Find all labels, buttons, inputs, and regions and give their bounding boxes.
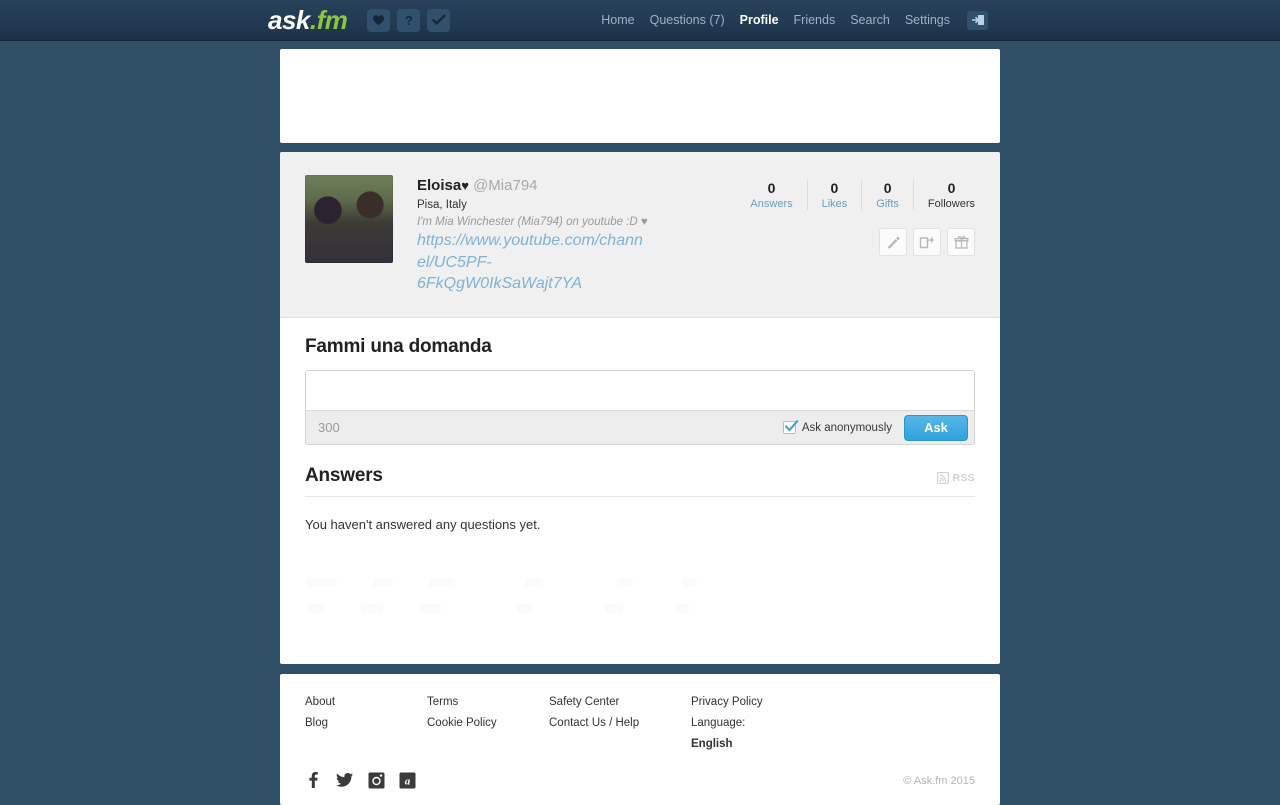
twitter-icon[interactable] [335, 771, 354, 789]
stat-followers-label: Followers [927, 198, 975, 211]
edit-pencil-icon[interactable] [879, 228, 907, 257]
language-selector[interactable]: Language: English [691, 717, 813, 750]
ask-box-footer: 300 Ask anonymously Ask [306, 410, 974, 445]
answers-section-title: Answers [305, 465, 383, 487]
profile-card: Eloisa♥ @Mia794 Pisa, Italy I'm Mia Winc… [280, 152, 1000, 665]
instagram-icon[interactable] [368, 772, 385, 789]
main-navigation: Home Questions (7) Profile Friends Searc… [601, 10, 988, 30]
page-footer: About Blog Terms Cookie Policy Safety Ce… [280, 674, 1000, 805]
footer-column-3: Safety Center Contact Us / Help [549, 696, 691, 759]
ask-question-box: 300 Ask anonymously Ask [305, 370, 975, 446]
footer-link-safety-center[interactable]: Safety Center [549, 696, 691, 708]
profile-handle: @Mia794 [473, 177, 538, 194]
rss-label: RSS [952, 472, 975, 485]
footer-link-privacy-policy[interactable]: Privacy Policy [691, 696, 813, 708]
profile-location: Pisa, Italy [417, 198, 467, 211]
nav-item-profile[interactable]: Profile [740, 13, 779, 27]
stat-answers-label: Answers [750, 198, 793, 211]
stat-likes-label: Likes [821, 198, 848, 211]
name-heart-icon: ♥ [461, 178, 469, 193]
footer-link-contact-us-help[interactable]: Contact Us / Help [549, 717, 691, 729]
logo-dot: . [309, 5, 317, 35]
profile-name: Eloisa [417, 177, 462, 194]
answers-empty-message: You haven't answered any questions yet. [305, 517, 541, 533]
profile-name-row: Eloisa♥ @Mia794 [417, 177, 649, 196]
rss-icon [936, 472, 949, 485]
footer-link-about[interactable]: About [305, 696, 427, 708]
header-icon-group: ? [367, 8, 451, 32]
ask-anonymously-checkbox[interactable] [782, 420, 799, 435]
gift-icon[interactable] [947, 228, 975, 257]
check-icon[interactable] [427, 8, 451, 32]
page-container: Eloisa♥ @Mia794 Pisa, Italy I'm Mia Winc… [280, 41, 1000, 805]
copyright-text: © Ask.fm 2015 [903, 775, 975, 788]
footer-column-1: About Blog [305, 696, 427, 759]
footer-link-terms[interactable]: Terms [427, 696, 549, 708]
stat-gifts-value: 0 [883, 180, 892, 196]
profile-bio: I'm Mia Winchester (Mia794) on youtube :… [417, 215, 648, 228]
stat-likes[interactable]: 0 Likes [808, 179, 863, 211]
footer-link-blog[interactable]: Blog [305, 717, 427, 729]
profile-card-body: Fammi una domanda 300 Ask anonymously As… [280, 318, 1000, 664]
footer-link-cookie-policy[interactable]: Cookie Policy [427, 717, 549, 729]
character-counter: 300 [318, 420, 340, 436]
profile-info: Eloisa♥ @Mia794 Pisa, Italy I'm Mia Winc… [417, 175, 649, 295]
placeholder-rows [305, 532, 975, 614]
profile-header: Eloisa♥ @Mia794 Pisa, Italy I'm Mia Winc… [280, 152, 1000, 319]
profile-stats: 0 Answers 0 Likes 0 Gifts 0 Followers [736, 179, 975, 211]
ask-input[interactable] [306, 371, 974, 411]
profile-stats-panel: 0 Answers 0 Likes 0 Gifts 0 Followers [736, 175, 975, 295]
rss-link[interactable]: RSS [936, 472, 976, 487]
stat-followers[interactable]: 0 Followers [914, 179, 975, 210]
avatar[interactable] [305, 175, 393, 263]
nav-item-settings[interactable]: Settings [905, 13, 950, 27]
ask-anonymously-label: Ask anonymously [801, 421, 892, 434]
logout-icon[interactable] [967, 10, 988, 30]
question-mark-icon[interactable]: ? [397, 8, 421, 32]
footer-column-4: Privacy Policy Language: English [691, 696, 813, 759]
footer-link-columns: About Blog Terms Cookie Policy Safety Ce… [305, 696, 975, 759]
ask-anonymously-control[interactable]: Ask anonymously [782, 420, 892, 435]
nav-item-search[interactable]: Search [850, 13, 890, 27]
advertisement-banner [280, 49, 1000, 143]
stat-answers[interactable]: 0 Answers [736, 179, 808, 211]
heart-icon[interactable] [367, 8, 391, 32]
logo-text-fm: fm [316, 5, 348, 35]
logo-text-ask: ask [268, 5, 310, 35]
ask-fm-logo[interactable]: ask.fm [268, 5, 348, 35]
top-navigation-bar: ask.fm ? Home Questions (7) Profile Frie… [0, 0, 1280, 41]
language-value: English [691, 738, 733, 751]
language-prefix: Language: [691, 717, 746, 730]
nav-item-questions[interactable]: Questions (7) [650, 13, 725, 27]
svg-text:a: a [405, 775, 411, 787]
social-links: a [305, 771, 975, 789]
profile-action-buttons [736, 228, 975, 257]
stat-answers-value: 0 [767, 180, 776, 196]
share-icon[interactable] [913, 228, 941, 257]
nav-item-home[interactable]: Home [601, 13, 634, 27]
ask-submit-button[interactable]: Ask [904, 414, 968, 441]
nav-item-friends[interactable]: Friends [794, 13, 836, 27]
stat-followers-value: 0 [947, 180, 956, 196]
askfm-icon[interactable]: a [399, 772, 416, 789]
ask-section-title: Fammi una domanda [305, 336, 492, 358]
stat-likes-value: 0 [830, 180, 839, 196]
stat-gifts[interactable]: 0 Gifts [862, 179, 914, 211]
profile-bio-link[interactable]: https://www.youtube.com/channel/UC5PF-6F… [417, 230, 649, 295]
footer-column-2: Terms Cookie Policy [427, 696, 549, 759]
facebook-icon[interactable] [305, 771, 321, 789]
answers-header: Answers RSS [305, 465, 975, 487]
stat-gifts-label: Gifts [876, 198, 899, 211]
